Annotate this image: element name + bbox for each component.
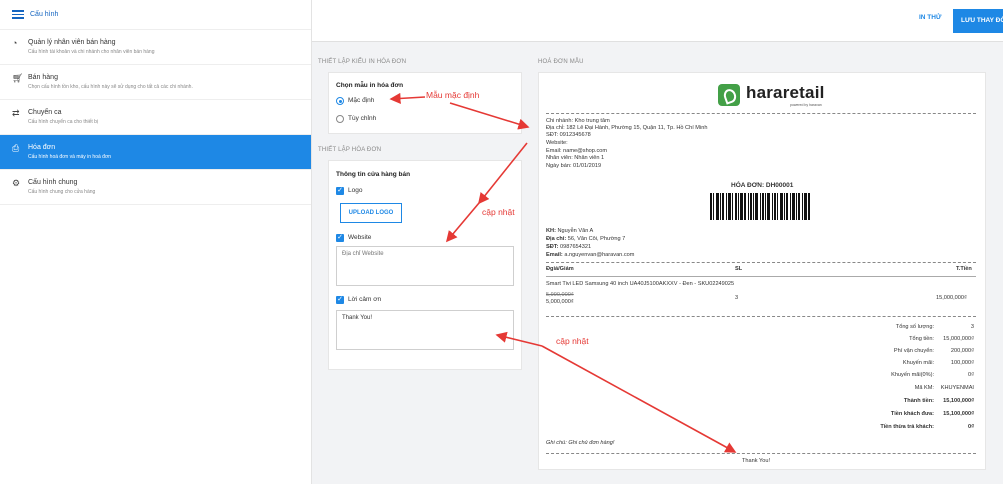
divider [546, 453, 976, 454]
sidebar-item-label: Cấu hình chung [28, 179, 78, 186]
hararetail-logo-icon [718, 84, 740, 106]
print-settings-title: THIẾT LẬP KIỂU IN HÓA ĐƠN [318, 59, 407, 65]
store-info-label: Thông tin cửa hàng bán [336, 171, 411, 178]
summary-grand-total: Thành tiền: 15,100,000₫ [903, 398, 974, 404]
sidebar-item-invoice[interactable]: ⎙ Hóa đơn Cấu hình hoá đơn và máy in hoá… [0, 135, 311, 170]
store-address: Địa chỉ: 182 Lê Đại Hành, Phường 15, Quậ… [546, 125, 708, 131]
template-label: Chọn mẫu in hóa đơn [336, 82, 404, 89]
annotation-update-website: cập nhật [482, 207, 515, 217]
order-note: Ghi chú: Ghi chú đơn hàng! [546, 440, 615, 446]
store-website: Website: [546, 140, 568, 146]
divider [546, 113, 976, 114]
product-qty: 3 [735, 295, 739, 301]
top-toolbar: IN THỬ LƯU THAY ĐỔI [312, 0, 1003, 42]
default-template-label[interactable]: Mặc định [348, 97, 374, 104]
customer-phone: SĐT: 0987654321 [546, 244, 592, 250]
divider [546, 276, 976, 277]
product-total: 15,000,000₫ [936, 295, 967, 301]
invoice-settings-title: THIẾT LẬP HÓA ĐƠN [318, 147, 382, 153]
thanks-checkbox[interactable]: ✓ [336, 296, 344, 304]
sidebar-item-desc: Cấu hình chuyển ca cho thiết bị [28, 119, 99, 125]
customer-name: KH: Nguyễn Văn A [546, 228, 594, 234]
logo-subtext: powered by haravan [790, 103, 822, 107]
annotation-default-template: Mẫu mặc định [426, 90, 480, 100]
swap-arrows-icon: ⇄ [12, 108, 20, 118]
sidebar-header[interactable]: Cấu hình [0, 0, 311, 30]
col-qty: SL [735, 266, 743, 272]
logo-checkbox-label: Logo [348, 187, 363, 194]
store-email: Email: name@shop.com [546, 148, 608, 154]
upload-logo-button[interactable]: UPLOAD LOGO [340, 203, 402, 223]
sidebar-item-desc: Cấu hình hoá đơn và máy in hoá đơn [28, 154, 112, 160]
website-checkbox-label: Website [348, 234, 372, 241]
test-print-button[interactable]: IN THỬ [919, 14, 941, 21]
store-branch: Chi nhánh: Kho trung tâm [546, 118, 610, 124]
sidebar-item-desc: Chọn cấu hình tồn kho, cấu hình này sẽ s… [28, 84, 193, 90]
sale-date: Ngày bán: 01/01/2019 [546, 163, 602, 169]
store-staff: Nhân viên: Nhân viên 1 [546, 155, 605, 161]
summary-promo-code: Mã KM: KHUYENMAI [914, 385, 974, 391]
printer-icon: ⎙ [12, 143, 20, 153]
sidebar-item-desc: Cấu hình chung cho cửa hàng [28, 189, 96, 195]
thanks-input[interactable]: Thank You! [336, 310, 514, 350]
barcode [710, 193, 810, 220]
default-template-radio[interactable] [336, 97, 344, 105]
gear-icon: ⚙ [12, 178, 21, 188]
thanks-checkbox-label: Lời cảm ơn [348, 296, 382, 303]
sidebar-item-general[interactable]: ⚙ Cấu hình chung Cấu hình chung cho cửa … [0, 170, 311, 205]
sidebar-item-shift[interactable]: ⇄ Chuyển ca Cấu hình chuyển ca cho thiết… [0, 100, 311, 135]
sidebar-item-label: Hóa đơn [28, 144, 56, 151]
annotation-update-thanks: cập nhật [556, 336, 589, 346]
summary-subtotal: Tổng tiền: 15,000,000₫ [909, 336, 974, 342]
website-input[interactable] [336, 246, 514, 286]
sidebar-item-desc: Cấu hình tài khoản và chi nhánh cho nhân… [28, 49, 155, 55]
sidebar-item-sales[interactable]: 🛒︎ Bán hàng Chọn cấu hình tồn kho, cấu h… [0, 65, 311, 100]
summary-discount-percent: Khuyến mãi(0%): 0₫ [891, 372, 974, 378]
divider [546, 316, 976, 317]
col-price: Đgiá/Giảm [546, 266, 574, 272]
preview-title: HOÁ ĐƠN MẪU [538, 59, 584, 65]
product-name: Smart Tivi LED Samsung 40 inch UA40J5100… [546, 281, 735, 287]
sidebar-item-label: Chuyển ca [28, 109, 62, 116]
product-old-price: 5,990,000₫ [546, 292, 574, 298]
sidebar-item-label: Bán hàng [28, 74, 58, 81]
thanks-text: Thank You! [742, 458, 770, 464]
customer-email: Email: a.nguyenvan@haravan.com [546, 252, 635, 258]
sidebar-item-label: Quản lý nhân viên bán hàng [28, 39, 116, 46]
sidebar-title: Cấu hình [30, 11, 59, 18]
logo-text: hararetail [746, 83, 825, 102]
menu-icon[interactable] [12, 10, 24, 19]
save-button[interactable]: LƯU THAY ĐỔI [953, 9, 1003, 33]
website-checkbox[interactable]: ✓ [336, 234, 344, 242]
summary-total-qty: Tổng số lượng: 3 [895, 324, 974, 330]
app-root: Cấu hình ◔ Quản lý nhân viên bán hàng Cấ… [0, 0, 1003, 484]
summary-paid: Tiền khách đưa: 15,100,000₫ [890, 411, 974, 417]
summary-shipping: Phí vận chuyển: 200,000₫ [893, 348, 974, 354]
sidebar-item-staff[interactable]: ◔ Quản lý nhân viên bán hàng Cấu hình tà… [0, 30, 311, 65]
staff-icon: ◔ [12, 38, 18, 48]
summary-change: Tiền thừa trả khách: 0₫ [880, 424, 974, 430]
divider [546, 262, 976, 263]
custom-template-radio[interactable] [336, 115, 344, 123]
invoice-number: HÓA ĐƠN: DH00001 [731, 182, 794, 189]
customer-address: Địa chỉ: 56, Văn Côi, Phường 7 [546, 236, 626, 242]
cart-icon: 🛒︎ [12, 73, 24, 83]
summary-discount: Khuyến mãi: 100,000₫ [902, 360, 974, 366]
store-phone: SĐT: 0912345678 [546, 132, 591, 138]
product-price: 5,000,000₫ [546, 299, 574, 305]
col-total: T.Tiền [956, 266, 972, 272]
logo-checkbox[interactable]: ✓ [336, 187, 344, 195]
sidebar: Cấu hình ◔ Quản lý nhân viên bán hàng Cấ… [0, 0, 312, 484]
custom-template-label[interactable]: Tùy chỉnh [348, 115, 376, 122]
